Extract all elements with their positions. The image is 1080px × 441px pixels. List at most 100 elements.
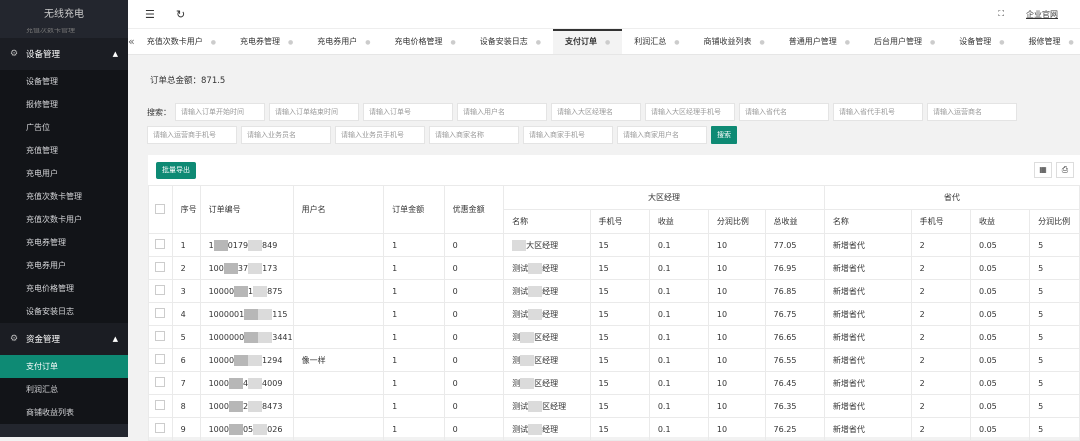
sidebar-item[interactable]: 设备安装日志 bbox=[0, 300, 128, 323]
fullscreen-icon[interactable]: ⛶ bbox=[998, 9, 1004, 19]
region-manager-name-input[interactable]: 请输入大区经理名 bbox=[551, 103, 641, 121]
tab-item[interactable]: 设备安装日志 ● bbox=[468, 29, 553, 54]
table-row[interactable]: 2 100 37 173 1 0 测试 经理 15 0.1 10 76.95 新增省代 2 0.05 5 bbox=[148, 256, 1080, 280]
cell-discount: 0 bbox=[443, 371, 505, 395]
merchant-phone-input[interactable]: 请输入商家手机号 bbox=[523, 126, 613, 144]
order-no-input[interactable]: 请输入订单号 bbox=[363, 103, 453, 121]
row-checkbox-cell[interactable] bbox=[148, 256, 173, 280]
sidebar-item[interactable]: 充电用户 bbox=[0, 162, 128, 185]
tab-item[interactable]: 充电券管理 ● bbox=[228, 29, 305, 54]
order-no-part: 115 bbox=[272, 309, 288, 319]
tab-item[interactable]: 商铺收益列表 ● bbox=[691, 29, 776, 54]
select-all-checkbox[interactable] bbox=[155, 203, 166, 214]
export-button[interactable]: 批量导出 bbox=[156, 162, 196, 179]
table-row[interactable]: 7 1000 4 4009 1 0 测区经理 15 0.1 10 76.45 新增省代 2 0.05 5 bbox=[148, 371, 1080, 395]
tab-close-icon[interactable]: ● bbox=[845, 39, 850, 46]
row-checkbox[interactable] bbox=[155, 423, 166, 433]
sidebar-item[interactable]: 充电券用户 bbox=[0, 254, 128, 277]
row-checkbox[interactable] bbox=[155, 239, 166, 249]
row-checkbox-cell[interactable] bbox=[148, 325, 173, 349]
refresh-icon[interactable]: ↻ bbox=[176, 8, 190, 21]
merchant-username-input[interactable]: 请输入商家用户名 bbox=[617, 126, 707, 144]
sidebar-item[interactable]: 报修管理 bbox=[0, 93, 128, 116]
sidebar-item[interactable]: 充值次数卡用户 bbox=[0, 208, 128, 231]
sidebar-item[interactable]: 商铺收益列表 bbox=[0, 401, 128, 424]
site-link[interactable]: 企业官网 bbox=[1026, 9, 1058, 20]
tab-close-icon[interactable]: ● bbox=[365, 39, 370, 46]
tab-item[interactable]: 利润汇总 ● bbox=[622, 29, 691, 54]
tab-item[interactable]: 充电价格管理 ● bbox=[382, 29, 467, 54]
row-checkbox[interactable] bbox=[155, 262, 166, 272]
tab-label: 普通用户管理 bbox=[788, 36, 837, 46]
tab-item[interactable]: 充电券用户 ● bbox=[305, 29, 382, 54]
row-checkbox-cell[interactable] bbox=[148, 233, 173, 257]
table-row[interactable]: 6 10000 1294 像一样 1 0 测区经理 15 0.1 10 76.55 新增省代 2 0.05… bbox=[148, 348, 1080, 372]
tab-close-icon[interactable]: ● bbox=[536, 39, 541, 46]
merchant-name-input[interactable]: 请输入商家名称 bbox=[429, 126, 519, 144]
tab-close-icon[interactable]: ● bbox=[605, 39, 610, 46]
salesman-name-input[interactable]: 请输入业务员名 bbox=[241, 126, 331, 144]
row-checkbox[interactable] bbox=[155, 354, 166, 364]
tab-item[interactable]: 支付订单 ● bbox=[552, 29, 623, 54]
province-agent-name-input[interactable]: 请输入省代名 bbox=[739, 103, 829, 121]
table-row[interactable]: 1 1 0179 849 1 0 大区经理 15 0.1 10 77.05 新增省代 2 0.05 5 bbox=[148, 233, 1080, 257]
cell-pname: 新增省代 bbox=[823, 371, 912, 395]
tab-close-icon[interactable]: ● bbox=[288, 39, 293, 46]
sidebar-item[interactable]: 充电券管理 bbox=[0, 231, 128, 254]
cell-rratio: 10 bbox=[707, 417, 766, 441]
tab-close-icon[interactable]: ● bbox=[999, 39, 1004, 46]
row-checkbox[interactable] bbox=[155, 331, 166, 341]
tab-item[interactable]: 普通用户管理 ● bbox=[777, 29, 862, 54]
tabs-prev-icon[interactable]: « bbox=[128, 35, 135, 48]
tab-item[interactable]: 设备管理 ● bbox=[947, 29, 1016, 54]
print-icon[interactable]: ⎙ bbox=[1056, 162, 1074, 178]
tab-close-icon[interactable]: ● bbox=[674, 39, 679, 46]
tab-item[interactable]: 充值次数卡用户 ● bbox=[135, 29, 228, 54]
region-manager-phone-input[interactable]: 请输入大区经理手机号 bbox=[645, 103, 735, 121]
sidebar-group-funds[interactable]: ⚙ 资金管理 ▲ bbox=[0, 323, 128, 355]
row-checkbox-cell[interactable] bbox=[148, 279, 173, 303]
operator-phone-input[interactable]: 请输入运营商手机号 bbox=[147, 126, 237, 144]
tab-label: 报修管理 bbox=[1028, 36, 1061, 46]
sidebar-item[interactable]: 充电价格管理 bbox=[0, 277, 128, 300]
table-row[interactable]: 5 1000000 3441 1 0 测区经理 15 0.1 10 76.65 新增省代 2 0.05 5 bbox=[148, 325, 1080, 349]
menu-icon[interactable]: ☰ bbox=[145, 8, 159, 21]
table-row[interactable]: 3 10000 1 875 1 0 测试 经理 15 0.1 10 76.85 新增省代 2 0.05 5 bbox=[148, 279, 1080, 303]
row-checkbox-cell[interactable] bbox=[148, 394, 173, 418]
order-no-part: 10000 bbox=[208, 355, 235, 365]
row-checkbox[interactable] bbox=[155, 377, 166, 387]
order-start-time-input[interactable]: 请输入订单开始时间 bbox=[175, 103, 265, 121]
sidebar-group-device[interactable]: ⚙ 设备管理 ▲ bbox=[0, 38, 128, 70]
tab-close-icon[interactable]: ● bbox=[1068, 39, 1073, 46]
username-input[interactable]: 请输入用户名 bbox=[457, 103, 547, 121]
search-button[interactable]: 搜索 bbox=[711, 126, 737, 144]
tab-item[interactable]: 后台用户管理 ● bbox=[862, 29, 947, 54]
row-checkbox[interactable] bbox=[155, 308, 166, 318]
row-checkbox[interactable] bbox=[155, 400, 166, 410]
tab-close-icon[interactable]: ● bbox=[211, 39, 216, 46]
row-checkbox-cell[interactable] bbox=[148, 348, 173, 372]
row-checkbox-cell[interactable] bbox=[148, 302, 173, 326]
tab-item[interactable]: 报修管理 ● bbox=[1016, 29, 1080, 54]
sidebar-item[interactable]: 利润汇总 bbox=[0, 378, 128, 401]
row-checkbox-cell[interactable] bbox=[148, 417, 173, 441]
operator-name-input[interactable]: 请输入运营商名 bbox=[927, 103, 1017, 121]
table-row[interactable]: 9 1000 05 026 1 0 测试 经理 15 0.1 10 76.25 新增省代 2 0.05 5 bbox=[148, 417, 1080, 441]
sidebar-item[interactable]: 充值次数卡管理 bbox=[0, 185, 128, 208]
sidebar-item[interactable]: 广告位 bbox=[0, 116, 128, 139]
table-row[interactable]: 8 1000 2 8473 1 0 测试 区经理 15 0.1 10 76.35 新增省代 2 0.05 5 bbox=[148, 394, 1080, 418]
order-end-time-input[interactable]: 请输入订单结束时间 bbox=[269, 103, 359, 121]
row-checkbox-cell[interactable] bbox=[148, 371, 173, 395]
row-checkbox[interactable] bbox=[155, 285, 166, 295]
sidebar-item-partial[interactable]: 充值次数卡管理 bbox=[0, 28, 128, 38]
tab-close-icon[interactable]: ● bbox=[450, 39, 455, 46]
sidebar-item[interactable]: 充值管理 bbox=[0, 139, 128, 162]
province-agent-phone-input[interactable]: 请输入省代手机号 bbox=[833, 103, 923, 121]
salesman-phone-input[interactable]: 请输入业务员手机号 bbox=[335, 126, 425, 144]
tab-close-icon[interactable]: ● bbox=[759, 39, 764, 46]
columns-icon[interactable]: ▦ bbox=[1034, 162, 1052, 178]
tab-close-icon[interactable]: ● bbox=[930, 39, 935, 46]
sidebar-item[interactable]: 支付订单 bbox=[0, 355, 128, 378]
table-row[interactable]: 4 1000001 115 1 0 测试 经理 15 0.1 10 76.75 新增省代 2 0.05 5 bbox=[148, 302, 1080, 326]
sidebar-item[interactable]: 设备管理 bbox=[0, 70, 128, 93]
